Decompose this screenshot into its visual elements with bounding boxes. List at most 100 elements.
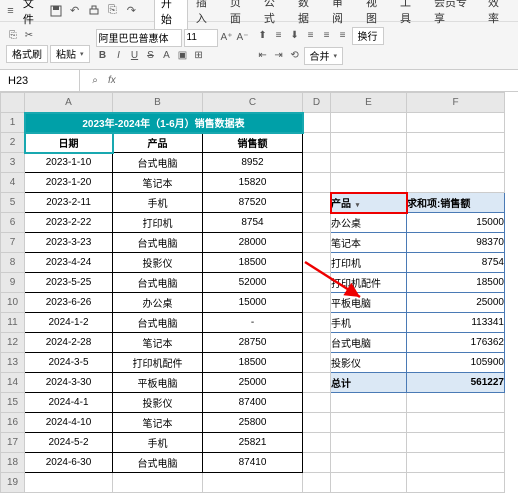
data-cell[interactable]: 15000 xyxy=(203,293,303,313)
table-header[interactable]: 销售额 xyxy=(203,133,303,153)
data-cell[interactable]: 2024-3-5 xyxy=(25,353,113,373)
col-header[interactable]: D xyxy=(303,93,331,113)
row-header[interactable]: 12 xyxy=(1,333,25,353)
empty-cell[interactable] xyxy=(303,393,331,413)
empty-cell[interactable] xyxy=(303,133,331,153)
pivot-row-label[interactable]: 投影仪 xyxy=(331,353,407,373)
empty-cell[interactable] xyxy=(203,473,303,493)
empty-cell[interactable] xyxy=(407,453,505,473)
redo-icon[interactable]: ↷ xyxy=(125,4,138,18)
empty-cell[interactable] xyxy=(331,113,407,133)
wrap-button[interactable]: 换行 xyxy=(352,27,384,45)
empty-cell[interactable] xyxy=(331,453,407,473)
data-cell[interactable]: 笔记本 xyxy=(113,173,203,193)
underline-icon[interactable]: U xyxy=(128,49,142,63)
row-header[interactable]: 8 xyxy=(1,253,25,273)
empty-cell[interactable] xyxy=(407,153,505,173)
data-cell[interactable]: 投影仪 xyxy=(113,393,203,413)
pivot-row-value[interactable]: 25000 xyxy=(407,293,505,313)
italic-icon[interactable]: I xyxy=(112,49,126,63)
bold-icon[interactable]: B xyxy=(96,49,110,63)
col-header[interactable]: F xyxy=(407,93,505,113)
row-header[interactable]: 15 xyxy=(1,393,25,413)
tab-member[interactable]: 会员专享 xyxy=(428,0,480,29)
align-left-icon[interactable]: ≡ xyxy=(304,29,318,43)
empty-cell[interactable] xyxy=(303,333,331,353)
empty-cell[interactable] xyxy=(113,473,203,493)
data-cell[interactable]: 2023-6-26 xyxy=(25,293,113,313)
data-cell[interactable]: 2023-3-23 xyxy=(25,233,113,253)
pivot-row-value[interactable]: 18500 xyxy=(407,273,505,293)
empty-cell[interactable] xyxy=(25,473,113,493)
empty-cell[interactable] xyxy=(303,473,331,493)
data-cell[interactable]: 2024-1-2 xyxy=(25,313,113,333)
data-cell[interactable]: 2023-2-11 xyxy=(25,193,113,213)
row-header[interactable]: 14 xyxy=(1,373,25,393)
empty-cell[interactable] xyxy=(407,173,505,193)
data-cell[interactable]: 18500 xyxy=(203,353,303,373)
data-cell[interactable]: 28750 xyxy=(203,333,303,353)
tab-insert[interactable]: 插入 xyxy=(190,0,222,29)
pivot-row-label[interactable]: 打印机配件 xyxy=(331,273,407,293)
pivot-header[interactable]: 求和项:销售额 xyxy=(407,193,505,213)
preview-icon[interactable]: ⎘ xyxy=(106,4,119,18)
pivot-row-label[interactable]: 办公桌 xyxy=(331,213,407,233)
spreadsheet-grid[interactable]: A B C D E F 12023年-2024年（1-6月）销售数据表2日期产品… xyxy=(0,92,505,493)
data-cell[interactable]: 25800 xyxy=(203,413,303,433)
format-painter-button[interactable]: 格式刷 xyxy=(6,45,48,63)
fill-color-icon[interactable]: ▣ xyxy=(176,49,190,63)
data-cell[interactable]: 2024-4-10 xyxy=(25,413,113,433)
pivot-row-label[interactable]: 台式电脑 xyxy=(331,333,407,353)
data-cell[interactable]: 2023-5-25 xyxy=(25,273,113,293)
empty-cell[interactable] xyxy=(331,153,407,173)
empty-cell[interactable] xyxy=(331,393,407,413)
align-top-icon[interactable]: ⬆ xyxy=(256,29,270,43)
empty-cell[interactable] xyxy=(303,293,331,313)
table-header[interactable]: 产品 xyxy=(113,133,203,153)
empty-cell[interactable] xyxy=(331,173,407,193)
pivot-row-label[interactable]: 打印机 xyxy=(331,253,407,273)
empty-cell[interactable] xyxy=(331,413,407,433)
row-header[interactable]: 10 xyxy=(1,293,25,313)
data-cell[interactable]: 台式电脑 xyxy=(113,233,203,253)
sheet-area[interactable]: A B C D E F 12023年-2024年（1-6月）销售数据表2日期产品… xyxy=(0,92,518,500)
align-bottom-icon[interactable]: ⬇ xyxy=(288,29,302,43)
filter-icon[interactable]: ▾ xyxy=(356,202,360,209)
align-center-icon[interactable]: ≡ xyxy=(320,29,334,43)
data-cell[interactable]: 2024-4-1 xyxy=(25,393,113,413)
empty-cell[interactable] xyxy=(407,433,505,453)
empty-cell[interactable] xyxy=(303,433,331,453)
data-cell[interactable]: 办公桌 xyxy=(113,293,203,313)
merge-button[interactable]: 合并▾ xyxy=(304,47,344,65)
row-header[interactable]: 18 xyxy=(1,453,25,473)
empty-cell[interactable] xyxy=(303,153,331,173)
pivot-total-label[interactable]: 总计 xyxy=(331,373,407,393)
data-cell[interactable]: 52000 xyxy=(203,273,303,293)
pivot-row-value[interactable]: 98370 xyxy=(407,233,505,253)
undo-icon[interactable]: ↶ xyxy=(68,4,81,18)
data-cell[interactable]: 打印机配件 xyxy=(113,353,203,373)
orientation-icon[interactable]: ⟲ xyxy=(288,49,302,63)
pivot-row-value[interactable]: 113341 xyxy=(407,313,505,333)
row-header[interactable]: 4 xyxy=(1,173,25,193)
pivot-header[interactable]: 产品 ▾ xyxy=(331,193,407,213)
empty-cell[interactable] xyxy=(303,233,331,253)
empty-cell[interactable] xyxy=(407,413,505,433)
data-cell[interactable]: 87520 xyxy=(203,193,303,213)
indent-right-icon[interactable]: ⇥ xyxy=(272,49,286,63)
data-cell[interactable]: 台式电脑 xyxy=(113,453,203,473)
print-icon[interactable] xyxy=(87,4,100,18)
font-family-select[interactable] xyxy=(96,29,182,47)
increase-font-icon[interactable]: A⁺ xyxy=(220,31,234,45)
search-icon[interactable]: ⌕ xyxy=(88,74,102,88)
pivot-row-label[interactable]: 手机 xyxy=(331,313,407,333)
empty-cell[interactable] xyxy=(407,133,505,153)
empty-cell[interactable] xyxy=(303,453,331,473)
font-color-icon[interactable]: A xyxy=(160,49,174,63)
data-cell[interactable]: 台式电脑 xyxy=(113,153,203,173)
copy-icon[interactable]: ⎘ xyxy=(6,29,20,43)
empty-cell[interactable] xyxy=(303,213,331,233)
data-cell[interactable]: 87410 xyxy=(203,453,303,473)
data-cell[interactable]: 15820 xyxy=(203,173,303,193)
table-header[interactable]: 日期 xyxy=(25,133,113,153)
